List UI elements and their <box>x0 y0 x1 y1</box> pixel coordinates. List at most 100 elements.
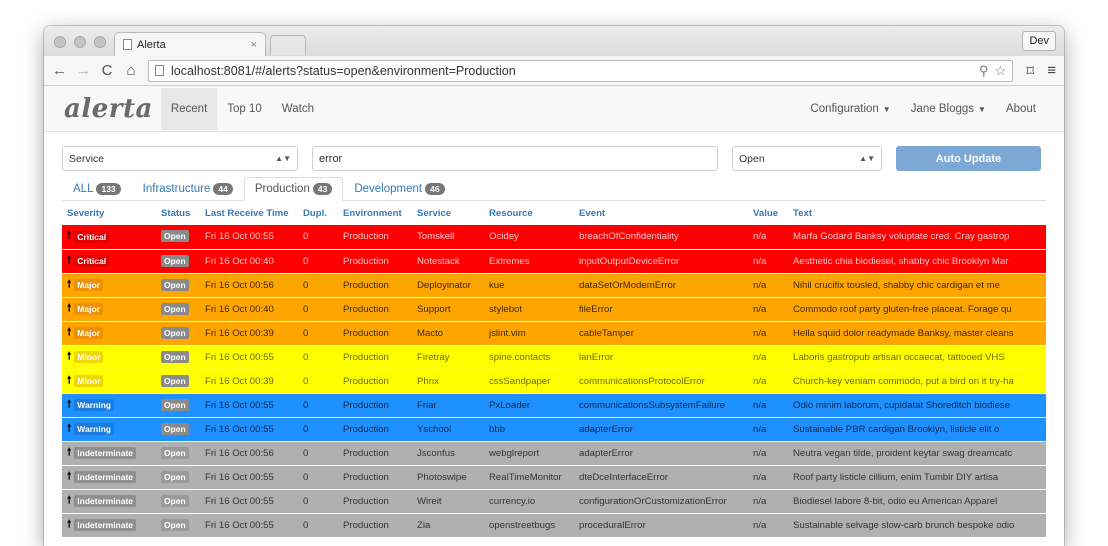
resource-cell: spine.contacts <box>484 345 574 370</box>
close-tab-icon[interactable]: × <box>251 39 257 51</box>
title-bar: Alerta × Dev <box>44 26 1064 56</box>
window-controls <box>54 36 106 48</box>
nav-about[interactable]: About <box>996 88 1046 130</box>
value-cell: n/a <box>748 465 788 490</box>
service-cell: Friar <box>412 393 484 418</box>
duplicate-count-cell: 0 <box>298 225 338 250</box>
service-cell: Phnx <box>412 369 484 394</box>
resource-cell: bbb <box>484 417 574 442</box>
nav-top10[interactable]: Top 10 <box>217 88 272 130</box>
url-text[interactable]: localhost:8081/#/alerts?status=open&envi… <box>171 64 973 78</box>
nav-recent[interactable]: Recent <box>160 87 218 130</box>
status-select[interactable]: Open ▲▼ <box>732 146 882 171</box>
tab-all[interactable]: ALL 133 <box>62 177 132 200</box>
text-cell: Odio minim laborum, cupidatat Shoreditch… <box>788 393 1046 418</box>
table-row[interactable]: 🠕 Indeterminate Open Fri 16 Oct 00:55 0 Produ… <box>62 465 1046 490</box>
back-icon[interactable]: ← <box>52 62 67 79</box>
table-row[interactable]: 🠕 Critical Open Fri 16 Oct 00:40 0 Production… <box>62 249 1046 274</box>
environment-cell: Production <box>338 369 412 394</box>
arrow-up-icon: 🠕 <box>67 518 72 530</box>
last-receive-time-cell: Fri 16 Oct 00:40 <box>200 249 298 274</box>
service-select[interactable]: Service ▲▼ <box>62 146 298 171</box>
new-tab-button[interactable] <box>270 35 306 55</box>
duplicate-count-cell: 0 <box>298 465 338 490</box>
table-row[interactable]: 🠕 Warning Open Fri 16 Oct 00:55 0 Production F… <box>62 393 1046 418</box>
cast-icon[interactable]: ⌑ <box>1023 62 1037 80</box>
tab-production[interactable]: Production 43 <box>243 177 344 201</box>
arrow-up-icon: 🠕 <box>67 302 72 314</box>
table-row[interactable]: 🠕 Warning Open Fri 16 Oct 00:55 0 Production Y… <box>62 417 1046 442</box>
nav-watch[interactable]: Watch <box>272 88 324 130</box>
table-row[interactable]: 🠕 Major Open Fri 16 Oct 00:39 0 Production Mac… <box>62 321 1046 346</box>
event-cell: communicationsSubsystemFailure <box>574 393 748 418</box>
status-cell: Open <box>156 249 200 274</box>
table-row[interactable]: 🠕 Indeterminate Open Fri 16 Oct 00:55 0 Produ… <box>62 489 1046 514</box>
service-select-value: Service <box>69 152 105 165</box>
status-label: Open <box>161 374 189 387</box>
event-cell: breachOfConfidentiality <box>574 225 748 250</box>
table-row[interactable]: 🠕 Indeterminate Open Fri 16 Oct 00:56 0 Produ… <box>62 441 1046 466</box>
severity-cell: 🠕 Warning <box>62 393 156 418</box>
zoom-window-button[interactable] <box>94 36 106 48</box>
reload-icon[interactable]: C <box>100 62 114 79</box>
auto-update-button[interactable]: Auto Update <box>896 146 1041 171</box>
column-header-environment[interactable]: Environment <box>338 201 412 225</box>
table-row[interactable]: 🠕 Minor Open Fri 16 Oct 00:55 0 Production Fir… <box>62 345 1046 370</box>
nav-user[interactable]: Jane Bloggs ▼ <box>901 88 996 130</box>
nav-configuration[interactable]: Configuration ▼ <box>800 88 900 130</box>
close-window-button[interactable] <box>54 36 66 48</box>
browser-toolbar: ← → C ⌂ localhost:8081/#/alerts?status=o… <box>44 56 1064 86</box>
column-header-duplicates[interactable]: Dupl. <box>298 201 338 225</box>
last-receive-time-cell: Fri 16 Oct 00:55 <box>200 513 298 538</box>
forward-icon[interactable]: → <box>76 62 91 79</box>
dev-button[interactable]: Dev <box>1022 31 1056 51</box>
tab-label: Development <box>354 182 423 195</box>
column-header-event[interactable]: Event <box>574 201 748 225</box>
environment-cell: Production <box>338 489 412 514</box>
zoom-icon[interactable]: ⚲ <box>979 63 989 79</box>
column-header-resource[interactable]: Resource <box>484 201 574 225</box>
column-header-last-receive-time[interactable]: Last Receive Time <box>200 201 298 225</box>
count-badge: 46 <box>425 182 445 195</box>
column-header-status[interactable]: Status <box>156 201 200 225</box>
table-row[interactable]: 🠕 Critical Open Fri 16 Oct 00:55 0 Production… <box>62 225 1046 250</box>
environment-tabs: ALL 133 Infrastructure 44 Production 43 … <box>62 177 1046 201</box>
severity-label: Indeterminate <box>74 519 137 531</box>
severity-cell: 🠕 Indeterminate <box>62 513 156 538</box>
tab-infrastructure[interactable]: Infrastructure 44 <box>132 177 244 200</box>
column-header-severity[interactable]: Severity <box>62 201 156 225</box>
event-cell: communicationsProtocolError <box>574 369 748 394</box>
event-cell: adapterError <box>574 441 748 466</box>
search-input[interactable]: error <box>312 146 718 171</box>
alerta-logo[interactable]: alerta <box>64 94 153 124</box>
status-label: Open <box>161 302 189 315</box>
severity-indicator: 🠕 Major <box>67 325 103 342</box>
browser-tab[interactable]: Alerta × <box>114 32 266 56</box>
address-bar[interactable]: localhost:8081/#/alerts?status=open&envi… <box>148 59 1014 82</box>
tab-development[interactable]: Development 46 <box>343 177 455 200</box>
value-cell: n/a <box>748 345 788 370</box>
last-receive-time-cell: Fri 16 Oct 00:56 <box>200 273 298 298</box>
browser-window: Alerta × Dev ← → C ⌂ localhost:8081/#/al… <box>44 26 1064 546</box>
column-header-text[interactable]: Text <box>788 201 1046 225</box>
resource-cell: kue <box>484 273 574 298</box>
column-header-service[interactable]: Service <box>412 201 484 225</box>
resource-cell: Extremes <box>484 249 574 274</box>
table-row[interactable]: 🠕 Indeterminate Open Fri 16 Oct 00:55 0 Produ… <box>62 513 1046 538</box>
duplicate-count-cell: 0 <box>298 345 338 370</box>
search-input-value: error <box>319 152 343 165</box>
minimize-window-button[interactable] <box>74 36 86 48</box>
table-row[interactable]: 🠕 Major Open Fri 16 Oct 00:56 0 Production Dep… <box>62 273 1046 298</box>
environment-cell: Production <box>338 321 412 346</box>
home-icon[interactable]: ⌂ <box>124 62 138 79</box>
menu-icon[interactable]: ≡ <box>1047 62 1056 79</box>
table-row[interactable]: 🠕 Minor Open Fri 16 Oct 00:39 0 Production Phn… <box>62 369 1046 394</box>
last-receive-time-cell: Fri 16 Oct 00:55 <box>200 345 298 370</box>
text-cell: Laboris gastropub artisan occaecat, tatt… <box>788 345 1046 370</box>
severity-indicator: 🠕 Indeterminate <box>67 517 137 534</box>
bookmark-star-icon[interactable]: ☆ <box>995 63 1007 79</box>
duplicate-count-cell: 0 <box>298 321 338 346</box>
column-header-value[interactable]: Value <box>748 201 788 225</box>
service-cell: Notestack <box>412 249 484 274</box>
table-row[interactable]: 🠕 Major Open Fri 16 Oct 00:40 0 Production Sup… <box>62 297 1046 322</box>
